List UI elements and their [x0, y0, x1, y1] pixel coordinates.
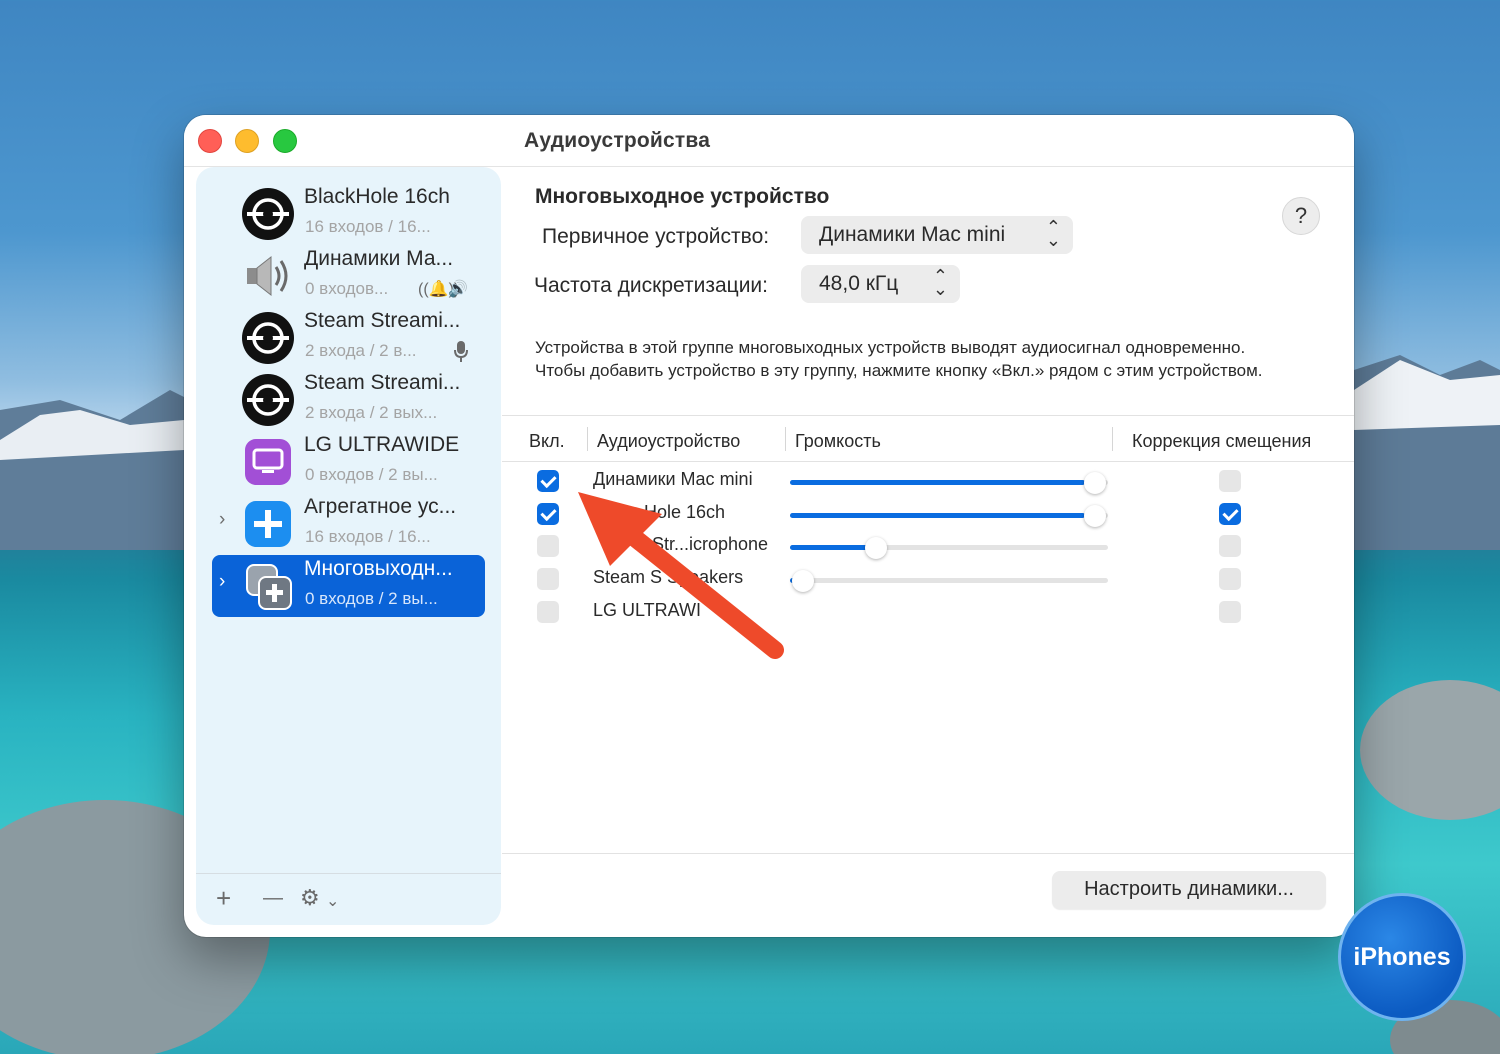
drift-correction-checkbox[interactable]: [1219, 470, 1241, 492]
annotation-arrow-icon: [578, 492, 784, 659]
device-io-summary: 0 входов / 2 вы...: [305, 465, 438, 484]
add-device-button[interactable]: +: [216, 883, 231, 914]
sidebar-item-aggregate-device[interactable]: › Агрегатное ус... 16 входов / 16...: [196, 493, 501, 555]
sidebar-item-steam-streaming-speakers[interactable]: Steam Streami... 2 входа / 2 вых...: [196, 369, 501, 431]
enable-checkbox[interactable]: [537, 503, 559, 525]
blackhole-icon: [242, 188, 294, 240]
updown-chevron-icon: ⌃ ⌄: [1045, 217, 1061, 250]
primary-device-popup[interactable]: Динамики Mac mini ⌃ ⌄: [801, 216, 1073, 254]
microphone-icon: [454, 341, 468, 362]
device-name: Steam Streami...: [304, 371, 461, 394]
column-header-device[interactable]: Аудиоустройство: [597, 431, 740, 452]
sidebar-item-blackhole-16ch[interactable]: BlackHole 16ch 16 входов / 16...: [196, 183, 501, 245]
aggregate-device-icon: [245, 501, 291, 547]
sidebar-divider: [196, 873, 501, 874]
drift-correction-checkbox[interactable]: [1219, 503, 1241, 525]
title-bar[interactable]: Аудиоустройства: [184, 115, 1354, 167]
volume-slider-knob[interactable]: [1084, 505, 1106, 527]
device-sidebar: BlackHole 16ch 16 входов / 16... Динамик…: [196, 167, 501, 925]
device-io-summary: 16 входов / 16...: [305, 217, 431, 236]
column-header-drift-correction[interactable]: Коррекция смещения: [1132, 431, 1311, 452]
chevron-down-icon[interactable]: ⌄: [326, 891, 339, 911]
device-io-summary: 2 входа / 2 вых...: [305, 403, 438, 422]
blackhole-icon: [242, 374, 294, 426]
multi-output-device-icon: [246, 564, 292, 610]
close-button[interactable]: [198, 129, 222, 153]
column-separator: [785, 427, 786, 451]
column-header-volume[interactable]: Громкость: [795, 431, 881, 452]
volume-slider[interactable]: [790, 505, 1108, 527]
volume-slider-fill: [790, 480, 1085, 485]
device-io-summary: 16 входов / 16...: [305, 527, 431, 546]
device-io-summary: 0 входов / 2 вы...: [305, 589, 438, 608]
enable-checkbox[interactable]: [537, 601, 559, 623]
column-header-on[interactable]: Вкл.: [529, 431, 565, 452]
group-description: Устройства в этой группе многовыходных у…: [535, 338, 1263, 380]
window-title: Аудиоустройства: [524, 129, 711, 152]
minimize-button[interactable]: [235, 129, 259, 153]
volume-slider[interactable]: [790, 570, 1108, 592]
device-name: Многовыходн...: [304, 557, 453, 580]
volume-slider[interactable]: [790, 537, 1108, 559]
volume-slider-knob[interactable]: [1084, 472, 1106, 494]
primary-device-value: Динамики Mac mini: [819, 223, 1006, 246]
drift-correction-checkbox[interactable]: [1219, 601, 1241, 623]
device-name: Steam Streami...: [304, 309, 461, 332]
configure-speakers-button[interactable]: Настроить динамики...: [1052, 871, 1326, 909]
sidebar-item-mac-mini-speakers[interactable]: Динамики Ма... 0 входов... ((🔔)) 🔊: [196, 245, 501, 307]
disclosure-chevron-icon[interactable]: ›: [219, 571, 225, 593]
enable-checkbox[interactable]: [537, 470, 559, 492]
enable-checkbox[interactable]: [537, 568, 559, 590]
updown-chevron-icon: ⌃ ⌄: [932, 266, 948, 299]
device-name: Агрегатное ус...: [304, 495, 457, 518]
sidebar-item-multi-output-device[interactable]: › Многовыходн... 0 входов / 2 вы...: [196, 555, 501, 617]
drift-correction-checkbox[interactable]: [1219, 568, 1241, 590]
column-separator: [587, 427, 588, 451]
sample-rate-popup[interactable]: 48,0 кГц ⌃ ⌄: [801, 265, 960, 303]
device-io-summary: 0 входов...: [305, 279, 389, 298]
volume-slider-knob[interactable]: [865, 537, 887, 559]
sidebar-item-lg-ultrawide[interactable]: LG ULTRAWIDE 0 входов / 2 вы...: [196, 431, 501, 493]
footer-divider: [502, 853, 1354, 854]
primary-device-label: Первичное устройство:: [542, 225, 770, 248]
volume-slider-fill: [790, 513, 1085, 518]
volume-slider[interactable]: [790, 472, 1108, 494]
table-header-divider: [502, 461, 1354, 462]
device-name: BlackHole 16ch: [304, 185, 450, 208]
sample-rate-label: Частота дискретизации:: [534, 274, 768, 297]
device-type-title: Многовыходное устройство: [535, 185, 830, 208]
enable-checkbox[interactable]: [537, 535, 559, 557]
display-icon: [245, 439, 291, 485]
background-rock: [1360, 680, 1500, 820]
sidebar-item-steam-streaming-microphone[interactable]: Steam Streami... 2 входа / 2 в...: [196, 307, 501, 369]
remove-device-button[interactable]: —: [263, 887, 283, 910]
sample-rate-value: 48,0 кГц: [819, 272, 899, 295]
volume-slider-fill: [790, 545, 876, 550]
device-name: Динамики Ма...: [304, 247, 454, 270]
column-separator: [1112, 427, 1113, 451]
blackhole-icon: [242, 312, 294, 364]
drift-correction-checkbox[interactable]: [1219, 535, 1241, 557]
disclosure-chevron-icon[interactable]: ›: [219, 509, 225, 531]
speaker-icon: [247, 255, 288, 297]
table-top-divider: [502, 415, 1354, 416]
watermark-logo: iPhones: [1338, 893, 1466, 1021]
device-name: LG ULTRAWIDE: [304, 433, 460, 456]
help-button[interactable]: ?: [1282, 197, 1320, 235]
zoom-button[interactable]: [273, 129, 297, 153]
gear-icon[interactable]: ⚙: [300, 885, 320, 911]
device-io-summary: 2 входа / 2 в...: [305, 341, 417, 360]
output-volume-icon: 🔊: [448, 281, 468, 298]
